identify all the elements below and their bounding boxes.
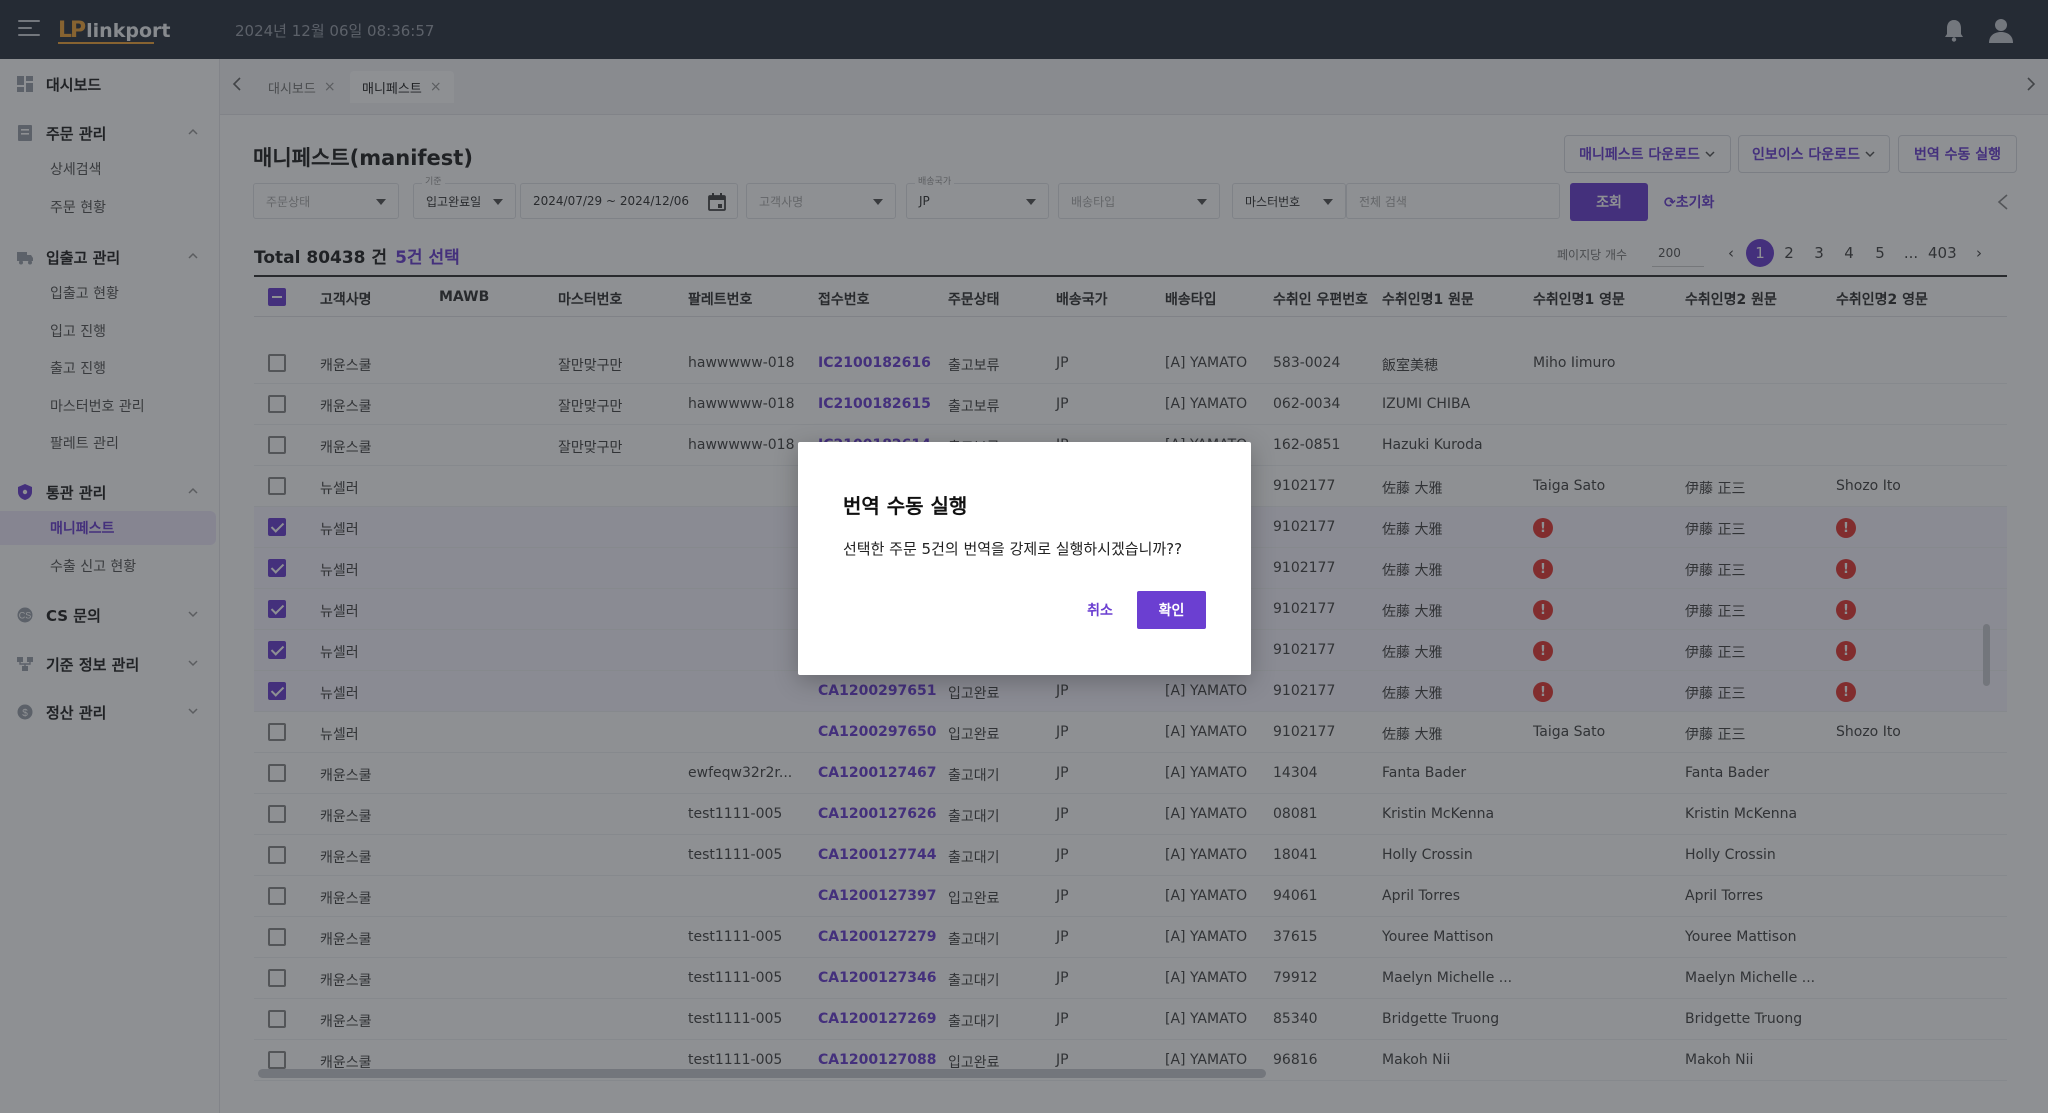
cancel-button[interactable]: 취소 xyxy=(1076,591,1124,629)
confirm-dialog: 번역 수동 실행 선택한 주문 5건의 번역을 강제로 실행하시겠습니까?? 취… xyxy=(798,442,1251,675)
dialog-title: 번역 수동 실행 xyxy=(843,494,968,518)
dialog-message: 선택한 주문 5건의 번역을 강제로 실행하시겠습니까?? xyxy=(843,540,1183,558)
confirm-button[interactable]: 확인 xyxy=(1137,591,1206,629)
